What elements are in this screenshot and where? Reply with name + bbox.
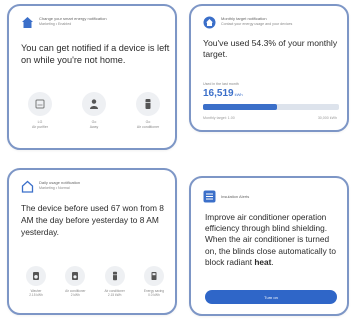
person-icon: [90, 99, 98, 109]
device-item[interactable]: LG Air purifier: [19, 92, 61, 129]
tv-icon: [151, 272, 157, 280]
device-list: LG Air purifier Go Away Go Air condition…: [19, 92, 169, 129]
app-title: Change your smart energy notification: [39, 16, 107, 21]
home-outline-icon: [21, 180, 34, 193]
usage-label: Used in the last month: [203, 82, 239, 86]
notification-message: You can get notified if a device is left…: [21, 43, 170, 65]
target-progress-bar: [203, 104, 339, 110]
device-sublabel: Air conditioner: [136, 124, 160, 129]
usage-unit: kWh: [234, 92, 243, 97]
insulation-tip-card[interactable]: Insulation Alerts Improve air conditione…: [189, 176, 349, 316]
presence-notification-card[interactable]: Change your smart energy notification Ma…: [7, 4, 177, 150]
washer-icon: [33, 272, 39, 280]
device-value: 2.15 kWh: [107, 293, 122, 298]
device-usage-list: Washer 2.15 kWh Air conditioner 2 kWh Ai…: [17, 266, 173, 297]
device-usage-item[interactable]: Energy saving 0.0 kWh: [135, 266, 173, 297]
smartthings-home-icon: [203, 16, 216, 29]
target-footer-value: 30,000 kWh: [317, 116, 337, 120]
app-title: Insulation Alerts: [221, 194, 250, 199]
device-value: 0.0 kWh: [148, 293, 160, 298]
app-title: Monthly target notification: [221, 16, 267, 21]
emphasis-text: heat: [254, 256, 272, 267]
device-value: 2.15 kWh: [29, 293, 43, 298]
daily-usage-card[interactable]: Daily usage notification Marketing • Nor…: [7, 168, 177, 315]
device-value: 2 kWh: [70, 293, 80, 298]
target-footer-label: Monthly target: 1.00: [203, 116, 235, 120]
notification-message: The device before used 67 won from 8 AM …: [21, 203, 164, 237]
notification-message: Improve air conditioner operation effici…: [205, 212, 336, 267]
app-title: Daily usage notification: [39, 180, 81, 185]
refrigerator-icon: [145, 99, 151, 109]
blinds-icon: [203, 190, 216, 203]
device-item[interactable]: Go Away: [73, 92, 115, 129]
monthly-target-card[interactable]: Monthly target notification Contact your…: [189, 4, 349, 132]
target-progress-fill: [203, 104, 277, 110]
notification-header: Insulation Alerts: [203, 190, 339, 208]
device-sublabel: Away: [89, 124, 99, 129]
notification-header: Daily usage notification Marketing • Nor…: [21, 180, 167, 198]
refrigerator-icon: [112, 271, 117, 281]
device-sublabel: Air purifier: [32, 124, 48, 129]
notification-message: You've used 54.3% of your monthly target…: [203, 38, 338, 59]
app-subtitle: Marketing • Enabled: [39, 22, 72, 26]
notification-header: Change your smart energy notification Ma…: [21, 16, 167, 34]
device-item[interactable]: Go Air conditioner: [127, 92, 169, 129]
notification-header: Monthly target notification Contact your…: [203, 16, 339, 34]
dryer-icon: [72, 272, 79, 280]
air-conditioner-icon: [35, 99, 45, 109]
device-usage-item[interactable]: Washer 2.15 kWh: [17, 266, 55, 297]
device-usage-item[interactable]: Air conditioner 2.15 kWh: [96, 266, 134, 297]
usage-value: 16,519kWh: [203, 88, 243, 99]
turn-on-button[interactable]: Turn on: [205, 290, 337, 304]
app-subtitle: Contact your energy usage and your devic…: [221, 22, 293, 26]
smartthings-home-icon: [22, 17, 33, 28]
app-subtitle: Marketing • Normal: [39, 186, 70, 190]
device-usage-item[interactable]: Air conditioner 2 kWh: [56, 266, 94, 297]
